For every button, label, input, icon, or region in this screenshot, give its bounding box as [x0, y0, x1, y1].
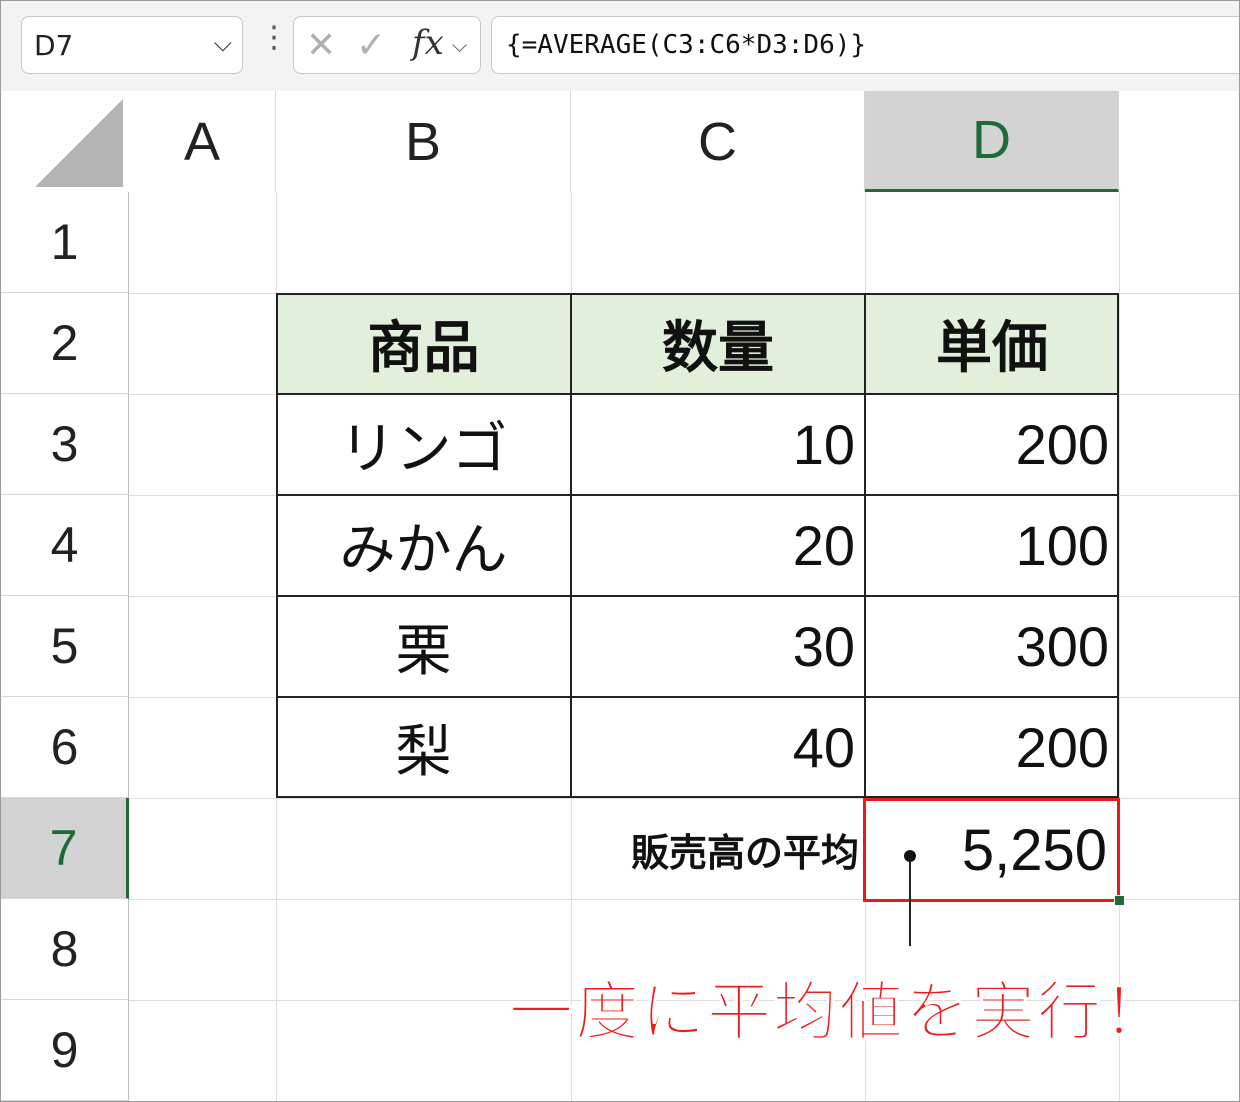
column-header-a[interactable]: A [129, 91, 276, 192]
row-header-1[interactable]: 1 [1, 192, 129, 293]
cell-d6[interactable]: 200 [865, 697, 1119, 798]
row-header-8[interactable]: 8 [1, 899, 129, 1000]
cell-d3[interactable]: 200 [865, 394, 1119, 495]
cell-c6[interactable]: 40 [571, 697, 865, 798]
row-header-3[interactable]: 3 [1, 394, 129, 495]
select-all-triangle-icon [35, 99, 123, 187]
callout-line [909, 861, 911, 946]
chevron-down-icon[interactable]: ⌵ [214, 29, 232, 57]
formula-bar: D7 ⌵ ⋮ ✕ ✓ fx ⌵ {=AVERAGE(C3:C6*D3:D6)} [1, 1, 1239, 91]
cell-d2[interactable]: 単価 [865, 293, 1119, 394]
row-header-6[interactable]: 6 [1, 697, 129, 798]
cell-b4[interactable]: みかん [276, 495, 571, 596]
name-box[interactable]: D7 ⌵ [21, 16, 243, 74]
cell-c2[interactable]: 数量 [571, 293, 865, 394]
table-rule [276, 696, 1119, 698]
row-header-9[interactable]: 9 [1, 1000, 129, 1101]
spreadsheet-window: D7 ⌵ ⋮ ✕ ✓ fx ⌵ {=AVERAGE(C3:C6*D3:D6)} … [0, 0, 1240, 1102]
chevron-down-icon[interactable]: ⌵ [452, 33, 467, 57]
cell-b6[interactable]: 梨 [276, 697, 571, 798]
formula-input[interactable]: {=AVERAGE(C3:C6*D3:D6)} [491, 16, 1239, 74]
cell-b5[interactable]: 栗 [276, 596, 571, 697]
table-rule [864, 293, 866, 798]
cell-b3[interactable]: リンゴ [276, 394, 571, 495]
cell-c5[interactable]: 30 [571, 596, 865, 697]
column-header-b[interactable]: B [276, 91, 571, 192]
cell-d7-selected[interactable]: 5,250 [863, 798, 1120, 902]
fill-handle[interactable] [1114, 895, 1125, 906]
row-header-4[interactable]: 4 [1, 495, 129, 596]
cell-c7[interactable]: 販売高の平均 [571, 799, 859, 900]
table-rule [276, 393, 1119, 395]
cancel-icon[interactable]: ✕ [306, 25, 336, 66]
table-rule [570, 293, 572, 798]
cell-d4[interactable]: 100 [865, 495, 1119, 596]
insert-function-icon[interactable]: fx [412, 23, 444, 63]
column-header-d[interactable]: D [865, 91, 1119, 192]
row-header-7[interactable]: 7 [1, 798, 129, 899]
formula-text: {=AVERAGE(C3:C6*D3:D6)} [506, 30, 867, 60]
table-rule [276, 595, 1119, 597]
formula-edit-buttons: ✕ ✓ fx ⌵ [293, 16, 481, 74]
cell-d5[interactable]: 300 [865, 596, 1119, 697]
callout-text: 一度に平均値を実行！ [509, 976, 1169, 1051]
cell-c3[interactable]: 10 [571, 394, 865, 495]
column-header-c[interactable]: C [571, 91, 865, 192]
select-all-corner[interactable] [1, 91, 129, 192]
name-box-value: D7 [34, 29, 74, 62]
enter-icon[interactable]: ✓ [356, 25, 386, 66]
table-rule [276, 494, 1119, 496]
row-header-2[interactable]: 2 [1, 293, 129, 394]
cell-c4[interactable]: 20 [571, 495, 865, 596]
more-options-icon[interactable]: ⋮ [259, 23, 289, 53]
cell-b2[interactable]: 商品 [276, 293, 571, 394]
row-header-5[interactable]: 5 [1, 596, 129, 697]
